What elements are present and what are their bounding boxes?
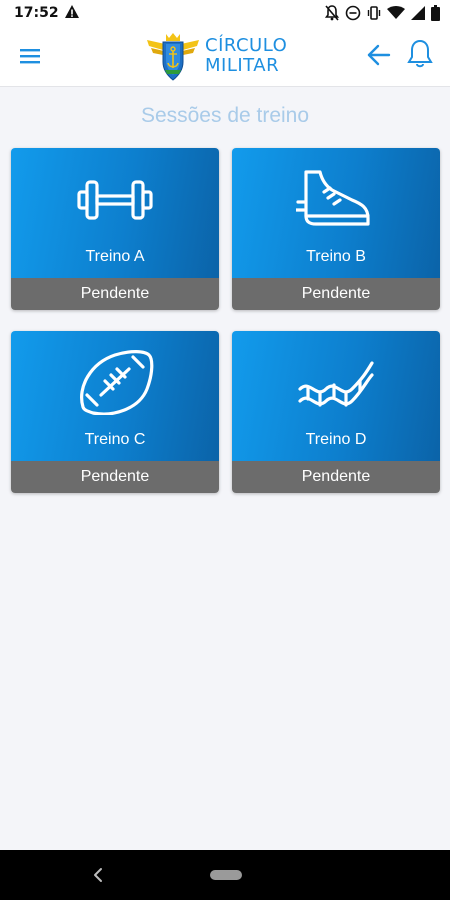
logo-line-2: MILITAR <box>205 55 280 76</box>
app-header: CÍRCULO MILITAR <box>0 26 450 87</box>
wifi-icon <box>387 6 405 19</box>
card-title: Treino C <box>84 431 146 448</box>
section-title: Sessões de treino <box>140 104 310 127</box>
dnd-icon <box>345 5 361 21</box>
football-icon <box>80 350 154 415</box>
warning-icon <box>65 5 79 18</box>
bell-icon[interactable] <box>406 38 434 70</box>
logo-text: CÍRCULO MILITAR <box>205 36 287 76</box>
status-time: 17:52 <box>14 5 59 21</box>
signal-icon <box>411 6 425 20</box>
system-nav-bar <box>0 850 450 900</box>
training-card-b[interactable]: Treino B Pendente <box>232 148 440 310</box>
nav-back-icon[interactable] <box>90 866 106 884</box>
app-logo: CÍRCULO MILITAR <box>145 30 287 82</box>
status-bar: 17:52 <box>0 0 450 26</box>
card-title: Treino A <box>85 248 145 265</box>
back-arrow-icon[interactable] <box>366 42 392 68</box>
battery-icon <box>431 5 440 21</box>
training-card-d[interactable]: Treino D Pendente <box>232 331 440 493</box>
notifications-off-icon <box>325 5 339 21</box>
card-title: Treino B <box>306 248 366 265</box>
dna-icon <box>298 361 374 407</box>
training-card-c[interactable]: Treino C Pendente <box>11 331 219 493</box>
card-title: Treino D <box>305 431 367 448</box>
card-status: Pendente <box>11 278 219 310</box>
logo-line-1: CÍRCULO <box>205 35 288 56</box>
menu-icon[interactable] <box>16 42 44 70</box>
dumbbell-icon <box>77 180 153 220</box>
sneaker-icon <box>296 170 370 226</box>
training-card-a[interactable]: Treino A Pendente <box>11 148 219 310</box>
card-status: Pendente <box>232 461 440 493</box>
card-status: Pendente <box>232 278 440 310</box>
vibrate-icon <box>367 6 381 20</box>
emblem-icon <box>147 33 199 81</box>
status-icons <box>325 4 440 22</box>
card-status: Pendente <box>11 461 219 493</box>
nav-home-pill[interactable] <box>210 870 242 880</box>
